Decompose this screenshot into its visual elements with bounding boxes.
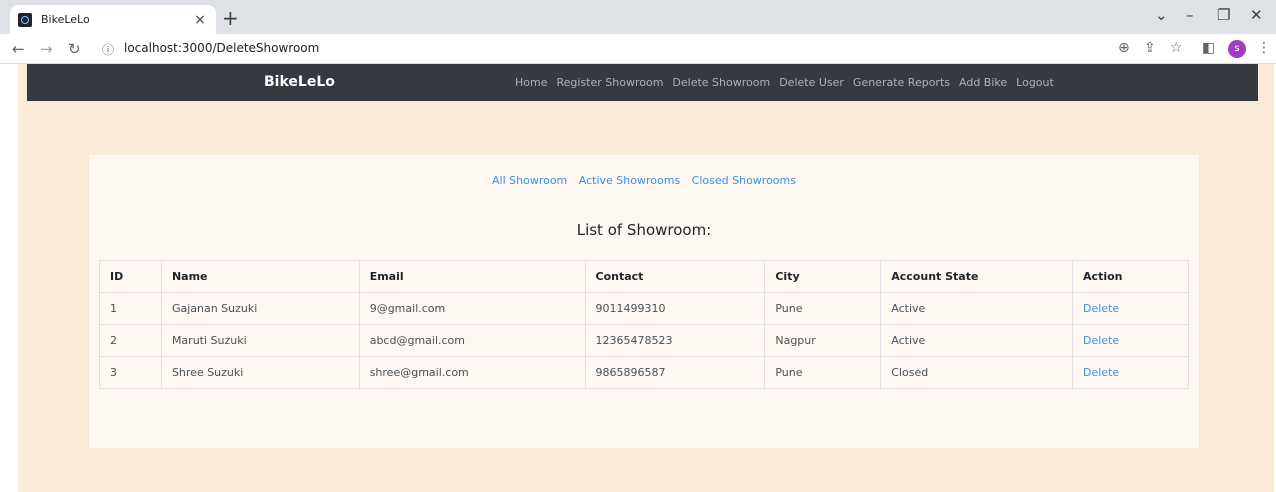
nav-link-generate-reports[interactable]: Generate Reports <box>853 76 950 89</box>
cell-account-state: Active <box>880 324 1074 357</box>
table-row: 3 Shree Suzuki shree@gmail.com 986589658… <box>99 356 1189 389</box>
header-city: City <box>764 260 882 293</box>
restore-icon[interactable]: ❐ <box>1217 6 1230 24</box>
table-row: 1 Gajanan Suzuki 9@gmail.com 9011499310 … <box>99 292 1189 325</box>
filter-active-showrooms[interactable]: Active Showrooms <box>579 174 680 187</box>
cell-contact: 12365478523 <box>584 324 766 357</box>
list-title: List of Showroom: <box>576 221 712 239</box>
address-bar[interactable]: localhost:3000/DeleteShowroom <box>124 41 319 55</box>
more-menu-icon[interactable]: ⋮ <box>1257 40 1271 56</box>
cell-id: 1 <box>99 292 162 325</box>
close-window-icon[interactable]: ✕ <box>1250 6 1263 24</box>
site-info-icon[interactable]: ⓘ <box>102 41 114 58</box>
cell-email: abcd@gmail.com <box>358 324 586 357</box>
delete-link[interactable]: Delete <box>1072 292 1189 325</box>
cell-email: shree@gmail.com <box>358 356 586 389</box>
header-name: Name <box>160 260 360 293</box>
filter-all-showroom[interactable]: All Showroom <box>492 174 567 187</box>
delete-link[interactable]: Delete <box>1072 356 1189 389</box>
share-icon[interactable]: ⇪ <box>1144 40 1156 56</box>
header-contact: Contact <box>584 260 766 293</box>
side-panel-icon[interactable]: ◧ <box>1202 40 1215 56</box>
zoom-icon[interactable]: ⊕ <box>1118 40 1130 56</box>
cell-account-state: Closed <box>880 356 1074 389</box>
reload-icon[interactable]: ↻ <box>68 40 81 58</box>
showroom-card: All Showroom Active Showrooms Closed Sho… <box>89 155 1199 448</box>
filter-closed-showrooms[interactable]: Closed Showrooms <box>692 174 796 187</box>
page-viewport: BikeLeLo Home Register Showroom Delete S… <box>0 64 1276 492</box>
cell-name: Gajanan Suzuki <box>160 292 360 325</box>
tab-search-chevron-icon[interactable]: ⌄ <box>1155 6 1168 24</box>
browser-toolbar: ← → ↻ ⓘ localhost:3000/DeleteShowroom ⊕ … <box>0 34 1276 64</box>
header-id: ID <box>99 260 162 293</box>
back-arrow-icon[interactable]: ← <box>12 40 25 58</box>
header-account-state: Account State <box>880 260 1074 293</box>
table-header-row: ID Name Email Contact City Account State… <box>99 260 1189 293</box>
brand-logo[interactable]: BikeLeLo <box>264 74 335 90</box>
react-favicon-icon <box>18 12 32 27</box>
cell-id: 2 <box>99 324 162 357</box>
nav-link-logout[interactable]: Logout <box>1016 76 1054 89</box>
header-action: Action <box>1072 260 1189 293</box>
minimize-icon[interactable]: – <box>1186 6 1194 24</box>
browser-tab[interactable]: BikeLeLo × <box>10 5 216 34</box>
showroom-filters: All Showroom Active Showrooms Closed Sho… <box>89 174 1199 187</box>
cell-email: 9@gmail.com <box>358 292 586 325</box>
forward-arrow-icon[interactable]: → <box>40 40 53 58</box>
showroom-table: ID Name Email Contact City Account State… <box>99 260 1189 389</box>
profile-avatar[interactable]: s <box>1228 40 1246 58</box>
nav-links: Home Register Showroom Delete Showroom D… <box>515 76 1054 89</box>
tab-close-icon[interactable]: × <box>192 12 208 28</box>
browser-tabstrip: BikeLeLo × + ⌄ – ❐ ✕ <box>0 0 1276 34</box>
cell-id: 3 <box>99 356 162 389</box>
cell-contact: 9865896587 <box>584 356 766 389</box>
cell-name: Shree Suzuki <box>160 356 360 389</box>
cell-name: Maruti Suzuki <box>160 324 360 357</box>
nav-link-register-showroom[interactable]: Register Showroom <box>556 76 663 89</box>
app-navbar: BikeLeLo Home Register Showroom Delete S… <box>27 64 1258 101</box>
delete-link[interactable]: Delete <box>1072 324 1189 357</box>
cell-city: Pune <box>764 356 882 389</box>
nav-link-delete-showroom[interactable]: Delete Showroom <box>672 76 770 89</box>
nav-link-add-bike[interactable]: Add Bike <box>959 76 1007 89</box>
table-row: 2 Maruti Suzuki abcd@gmail.com 123654785… <box>99 324 1189 357</box>
tab-title: BikeLeLo <box>41 13 90 26</box>
new-tab-icon[interactable]: + <box>222 6 239 30</box>
cell-city: Pune <box>764 292 882 325</box>
page-background: BikeLeLo Home Register Showroom Delete S… <box>18 64 1274 492</box>
nav-link-home[interactable]: Home <box>515 76 547 89</box>
header-email: Email <box>358 260 586 293</box>
cell-account-state: Active <box>880 292 1074 325</box>
cell-contact: 9011499310 <box>584 292 766 325</box>
nav-link-delete-user[interactable]: Delete User <box>779 76 844 89</box>
bookmark-star-icon[interactable]: ☆ <box>1170 40 1183 56</box>
cell-city: Nagpur <box>764 324 882 357</box>
